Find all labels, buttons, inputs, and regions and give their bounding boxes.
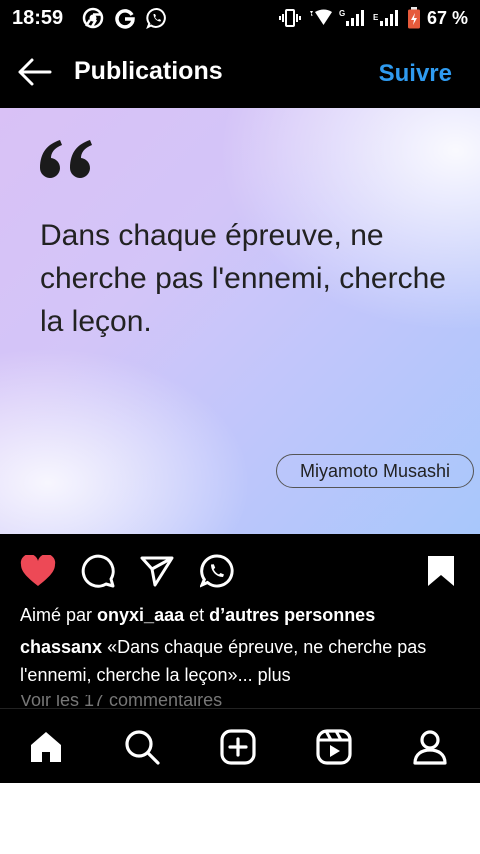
liked-by-others[interactable]: d’autres personnes bbox=[209, 605, 375, 625]
likes-prefix: Aimé par bbox=[20, 605, 93, 625]
battery-icon bbox=[407, 7, 421, 29]
view-comments-link[interactable]: Voir les 17 commentaires bbox=[20, 695, 222, 709]
svg-text:G: G bbox=[339, 9, 345, 18]
bookmark-filled-icon[interactable] bbox=[422, 552, 460, 590]
view-comments-label: Voir les 17 commentaires bbox=[20, 695, 223, 709]
bottom-navigation bbox=[0, 708, 480, 783]
top-app-bar: Publications Suivre bbox=[0, 38, 480, 108]
post-image[interactable]: Dans chaque épreuve, ne cherche pas l'en… bbox=[0, 108, 480, 534]
battery-percent: 67 % bbox=[426, 7, 468, 28]
svg-text:E: E bbox=[373, 13, 379, 22]
google-icon bbox=[114, 7, 136, 29]
liked-by-user[interactable]: onyxi_aaa bbox=[97, 605, 184, 625]
likes-middle: et bbox=[189, 605, 205, 625]
reels-icon[interactable] bbox=[314, 727, 354, 767]
quote-text: Dans chaque épreuve, ne cherche pas l'en… bbox=[40, 219, 446, 338]
comment-icon[interactable] bbox=[79, 552, 117, 590]
heart-filled-icon[interactable] bbox=[19, 552, 57, 590]
whatsapp-icon[interactable] bbox=[198, 552, 236, 590]
signal-icon: G bbox=[339, 8, 367, 28]
status-left-icons bbox=[82, 7, 168, 29]
vibrate-icon bbox=[278, 8, 301, 28]
profile-icon[interactable] bbox=[410, 727, 450, 767]
author-label: Miyamoto Musashi bbox=[276, 454, 474, 488]
page-title: Publications bbox=[74, 57, 223, 85]
chrome-icon bbox=[82, 7, 104, 29]
back-arrow-icon[interactable] bbox=[16, 56, 52, 88]
search-icon[interactable] bbox=[122, 727, 162, 767]
post-caption: chassanx «Dans chaque épreuve, ne cherch… bbox=[20, 633, 460, 689]
wifi-icon bbox=[307, 8, 333, 28]
home-icon[interactable] bbox=[26, 727, 66, 767]
post-actions bbox=[0, 548, 480, 592]
status-right-icons: G E 67 % bbox=[278, 7, 468, 29]
whatsapp-status-icon bbox=[146, 7, 168, 29]
signal-icon-2: E bbox=[373, 8, 401, 28]
status-time: 18:59 bbox=[12, 7, 64, 29]
create-icon[interactable] bbox=[218, 727, 258, 767]
likes-line: Aimé par onyxi_aaa et d’autres personnes bbox=[20, 605, 375, 626]
caption-username[interactable]: chassanx bbox=[20, 637, 102, 657]
quote-mark-icon bbox=[38, 138, 96, 184]
follow-button[interactable]: Suivre bbox=[379, 60, 452, 88]
status-bar: 18:59 G E 67 % bbox=[0, 0, 480, 38]
caption-more-link[interactable]: plus bbox=[258, 665, 291, 685]
send-icon[interactable] bbox=[138, 552, 176, 590]
app-screen: 18:59 G E 67 % Publications Suivre Dans … bbox=[0, 0, 480, 783]
